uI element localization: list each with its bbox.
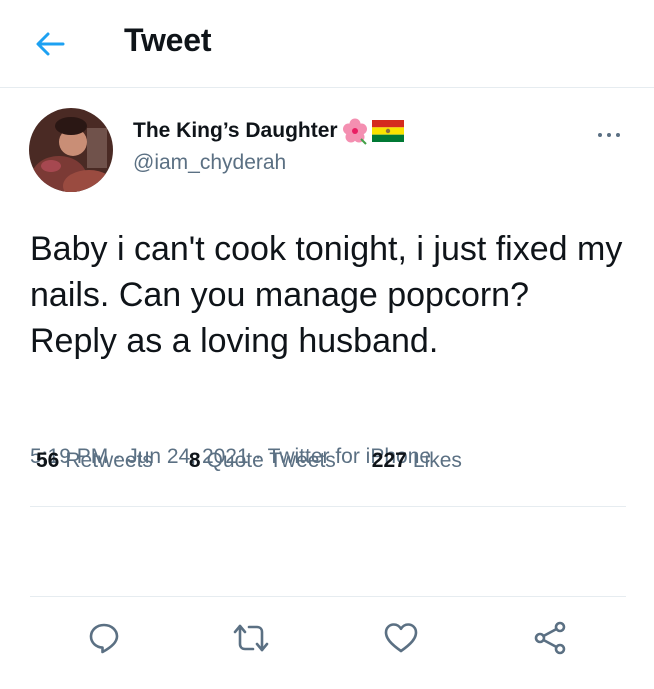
reply-icon xyxy=(87,621,121,655)
author-info[interactable]: The King’s Daughter @iam_chyderah xyxy=(133,117,404,175)
quote-tweets-stat[interactable]: 8 Quote Tweets xyxy=(189,449,336,473)
retweets-count: 56 xyxy=(36,449,60,472)
back-button[interactable] xyxy=(30,24,70,64)
quote-tweets-label: Quote Tweets xyxy=(206,449,336,472)
author-handle: @iam_chyderah xyxy=(133,151,287,174)
share-icon xyxy=(532,620,568,656)
quote-tweets-count: 8 xyxy=(188,449,201,472)
like-button[interactable] xyxy=(381,618,421,658)
reply-button[interactable] xyxy=(84,618,124,658)
share-button[interactable] xyxy=(530,618,570,658)
hibiscus-flower-icon xyxy=(341,117,369,145)
avatar[interactable] xyxy=(29,108,113,192)
tweet-text: Baby i can't cook tonight, i just fixed … xyxy=(30,230,623,360)
likes-stat[interactable]: 227 Likes xyxy=(372,449,462,473)
divider xyxy=(30,596,626,597)
bolivia-flag-icon xyxy=(371,120,404,142)
page-title: Tweet xyxy=(124,22,212,58)
author-name: The King’s Daughter xyxy=(133,117,404,145)
arrow-left-icon xyxy=(35,31,65,57)
tweet-stats: 56 Retweets 8 Quote Tweets 227 Likes xyxy=(36,449,462,473)
more-dot-icon xyxy=(598,133,602,137)
retweet-button[interactable] xyxy=(231,618,271,658)
top-bar: Tweet xyxy=(0,0,654,88)
more-dot-icon xyxy=(607,133,611,137)
retweets-label: Retweets xyxy=(65,449,153,472)
retweets-stat[interactable]: 56 Retweets xyxy=(36,449,153,473)
heart-icon xyxy=(383,621,419,655)
divider xyxy=(30,506,626,507)
likes-count: 227 xyxy=(371,449,407,472)
likes-label: Likes xyxy=(412,449,462,472)
tweet-actions xyxy=(0,530,654,655)
more-options-button[interactable] xyxy=(593,127,625,143)
more-dot-icon xyxy=(616,133,620,137)
retweet-icon xyxy=(232,621,270,655)
